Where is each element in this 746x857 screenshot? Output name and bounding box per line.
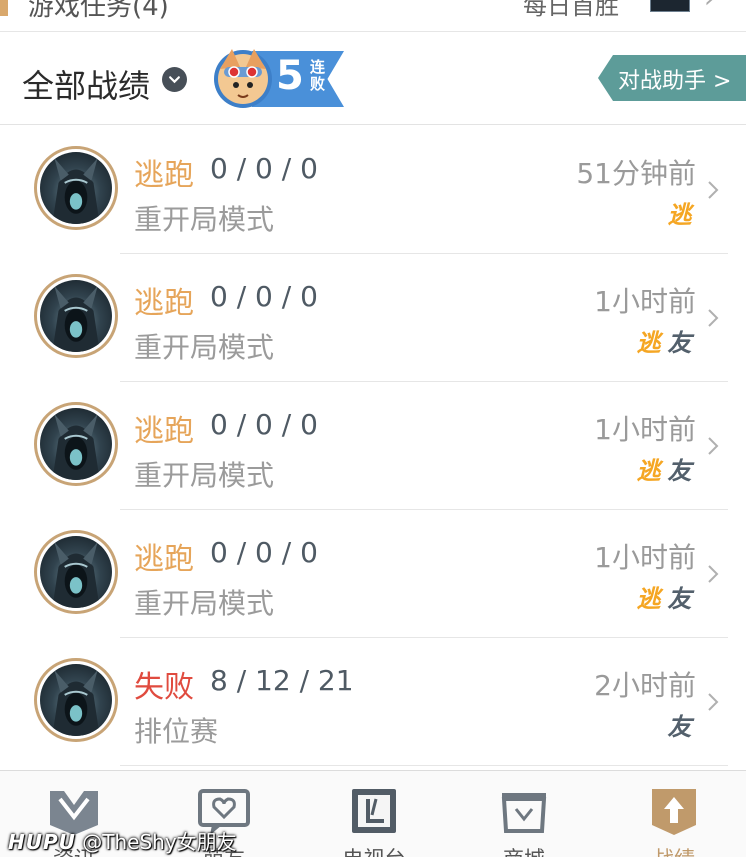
match-record-row[interactable]: 逃跑 0 / 0 / 0 重开局模式 51分钟前 逃 [0,126,746,254]
friend-tag: 友 [667,457,692,485]
records-header: 全部战绩 5 连败 对战助手 > [0,33,746,125]
chevron-down-icon[interactable] [162,67,187,92]
champion-portrait-icon [52,414,100,480]
match-record-row[interactable]: 逃跑 0 / 0 / 0 重开局模式 1小时前 逃友 [0,382,746,510]
chevron-right-icon [708,437,719,455]
flee-tag: 逃 [636,329,661,357]
match-record-list: 逃跑 0 / 0 / 0 重开局模式 51分钟前 逃 逃跑 0 / 0 / 0 … [0,126,746,766]
battle-assistant-label: 对战助手 > [618,69,732,94]
match-record-row[interactable]: 逃跑 0 / 0 / 0 重开局模式 1小时前 逃友 [0,510,746,638]
streak-number: 5 [276,53,304,99]
quest-bar[interactable]: 游戏任务(4) 每日首胜 › [0,0,746,32]
chevron-right-icon [708,309,719,327]
match-tags: 友 [665,713,694,742]
nav-records[interactable]: 战绩 [624,785,724,857]
champion-avatar [34,530,118,614]
champion-portrait-icon [52,286,100,352]
match-result: 失败 [134,670,194,705]
match-mode: 排位赛 [134,715,219,748]
match-result: 逃跑 [134,158,194,193]
match-tags: 逃友 [634,329,694,358]
watermark-brand: HUPU [8,830,76,854]
champion-avatar [34,146,118,230]
chevron-right-icon [708,693,719,711]
match-kda: 0 / 0 / 0 [210,536,318,569]
watermark: HUPU @TheShy女朋友 [8,826,237,855]
daily-thumbnail [650,0,690,12]
friend-tag: 友 [667,329,692,357]
streak-word: 连败 [310,58,326,93]
match-mode: 重开局模式 [134,203,275,236]
match-kda: 8 / 12 / 21 [210,664,354,697]
champion-avatar [34,658,118,742]
watermark-handle: @TheShy女朋友 [82,830,237,854]
match-tags: 逃友 [634,585,694,614]
match-time: 1小时前 [594,413,696,446]
match-kda: 0 / 0 / 0 [210,152,318,185]
match-tags: 逃友 [634,457,694,486]
chevron-right-icon [708,181,719,199]
shop-icon [496,785,552,837]
quest-accent [0,0,8,16]
nav-tv[interactable]: 电视台 [324,785,424,857]
all-records-filter-label[interactable]: 全部战绩 [22,61,150,107]
match-time: 51分钟前 [576,157,696,190]
match-record-row[interactable]: 失败 8 / 12 / 21 排位赛 2小时前 友 [0,638,746,766]
battle-assistant-button[interactable]: 对战助手 > [598,55,746,101]
match-time: 2小时前 [594,669,696,702]
match-record-row[interactable]: 逃跑 0 / 0 / 0 重开局模式 1小时前 逃友 [0,254,746,382]
match-time: 1小时前 [594,541,696,574]
flee-tag: 逃 [636,585,661,613]
match-result: 逃跑 [134,542,194,577]
nav-shop[interactable]: 商城 [474,785,574,857]
chevron-right-icon [708,565,719,583]
row-divider [120,765,728,766]
nav-records-label: 战绩 [624,843,724,857]
quest-title[interactable]: 游戏任务(4) [28,0,169,23]
match-kda: 0 / 0 / 0 [210,280,318,313]
champion-portrait-icon [52,158,100,224]
daily-first-win-label: 每日首胜 [523,0,619,20]
champion-avatar [34,402,118,486]
match-mode: 重开局模式 [134,331,275,364]
match-mode: 重开局模式 [134,459,275,492]
match-tags: 逃 [665,201,694,230]
match-mode: 重开局模式 [134,587,275,620]
match-result: 逃跑 [134,414,194,449]
chevron-right-icon[interactable]: › [704,0,714,14]
losing-streak-badge: 5 连败 [210,43,346,113]
nav-shop-label: 商城 [474,843,574,857]
champion-portrait-icon [52,670,100,736]
flee-tag: 逃 [667,201,692,229]
nav-tv-label: 电视台 [324,843,424,857]
records-icon [646,785,702,837]
champion-portrait-icon [52,542,100,608]
match-kda: 0 / 0 / 0 [210,408,318,441]
champion-avatar [34,274,118,358]
friend-tag: 友 [667,713,692,741]
match-time: 1小时前 [594,285,696,318]
tv-icon [346,785,402,837]
teemo-avatar-icon [214,49,272,108]
flee-tag: 逃 [636,457,661,485]
match-result: 逃跑 [134,286,194,321]
friend-tag: 友 [667,585,692,613]
